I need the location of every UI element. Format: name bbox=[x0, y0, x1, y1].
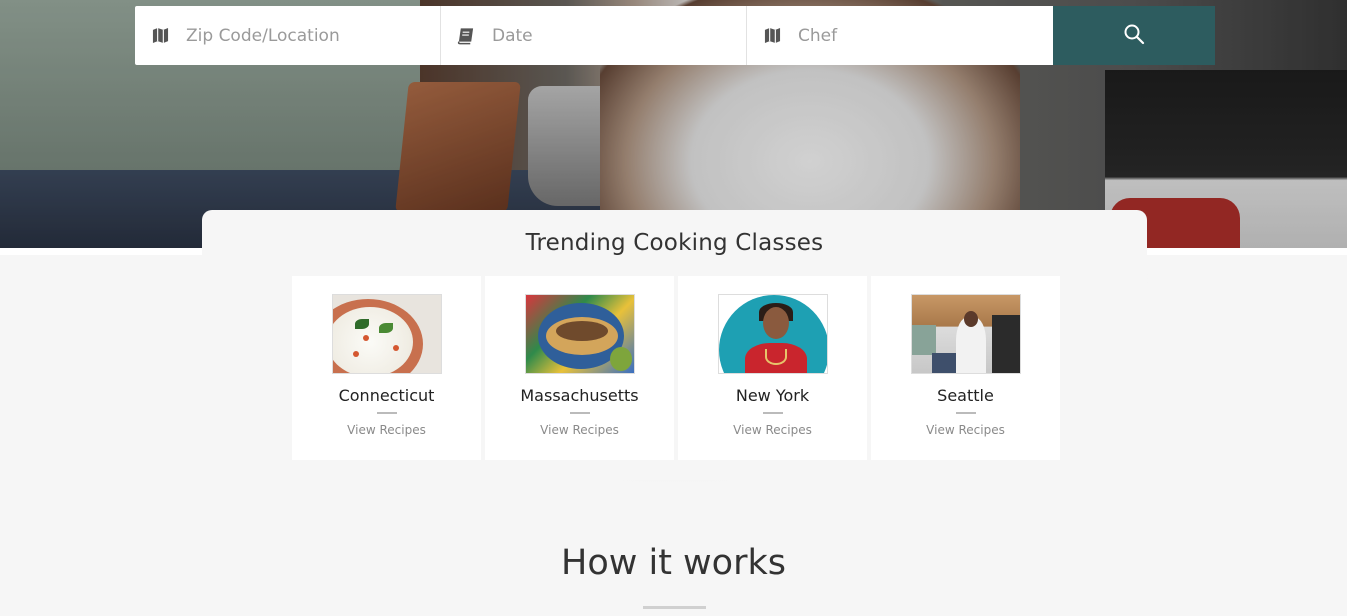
trending-item-massachusetts[interactable]: Massachusetts View Recipes bbox=[485, 276, 674, 460]
trending-item-seattle[interactable]: Seattle View Recipes bbox=[871, 276, 1060, 460]
view-recipes-link[interactable]: View Recipes bbox=[733, 423, 812, 437]
view-recipes-link[interactable]: View Recipes bbox=[926, 423, 1005, 437]
rice-dish-image[interactable] bbox=[331, 294, 442, 374]
trending-item-new-york[interactable]: New York View Recipes bbox=[678, 276, 867, 460]
trending-section: Trending Cooking Classes Connecticut Vie… bbox=[202, 210, 1147, 480]
date-input[interactable] bbox=[492, 25, 732, 46]
chef-field[interactable] bbox=[747, 6, 1053, 65]
trending-item-connecticut[interactable]: Connecticut View Recipes bbox=[292, 276, 481, 460]
map-icon bbox=[763, 27, 781, 45]
zip-input[interactable] bbox=[186, 25, 426, 46]
how-it-works-divider bbox=[643, 606, 706, 609]
how-it-works-title: How it works bbox=[561, 543, 786, 583]
trending-list: Connecticut View Recipes Massachusetts V… bbox=[292, 276, 1060, 460]
map-icon bbox=[151, 27, 169, 45]
tile-divider bbox=[762, 412, 783, 414]
search-icon bbox=[1123, 23, 1145, 49]
tile-title: New York bbox=[735, 386, 810, 405]
tile-title: Massachusetts bbox=[520, 386, 639, 405]
tile-divider bbox=[376, 412, 397, 414]
tacos-image[interactable] bbox=[524, 294, 635, 374]
chef-portrait-image[interactable] bbox=[717, 294, 828, 374]
kitchen-chef-image[interactable] bbox=[910, 294, 1021, 374]
zip-field[interactable] bbox=[135, 6, 441, 65]
tile-title: Connecticut bbox=[338, 386, 435, 405]
tile-divider bbox=[955, 412, 976, 414]
tile-divider bbox=[569, 412, 590, 414]
date-field[interactable] bbox=[441, 6, 747, 65]
trending-title: Trending Cooking Classes bbox=[525, 230, 824, 256]
search-button[interactable] bbox=[1053, 6, 1215, 65]
book-icon bbox=[457, 27, 475, 45]
view-recipes-link[interactable]: View Recipes bbox=[347, 423, 426, 437]
tile-title: Seattle bbox=[937, 386, 994, 405]
view-recipes-link[interactable]: View Recipes bbox=[540, 423, 619, 437]
chef-input[interactable] bbox=[798, 25, 1038, 46]
search-bar bbox=[135, 6, 1215, 65]
